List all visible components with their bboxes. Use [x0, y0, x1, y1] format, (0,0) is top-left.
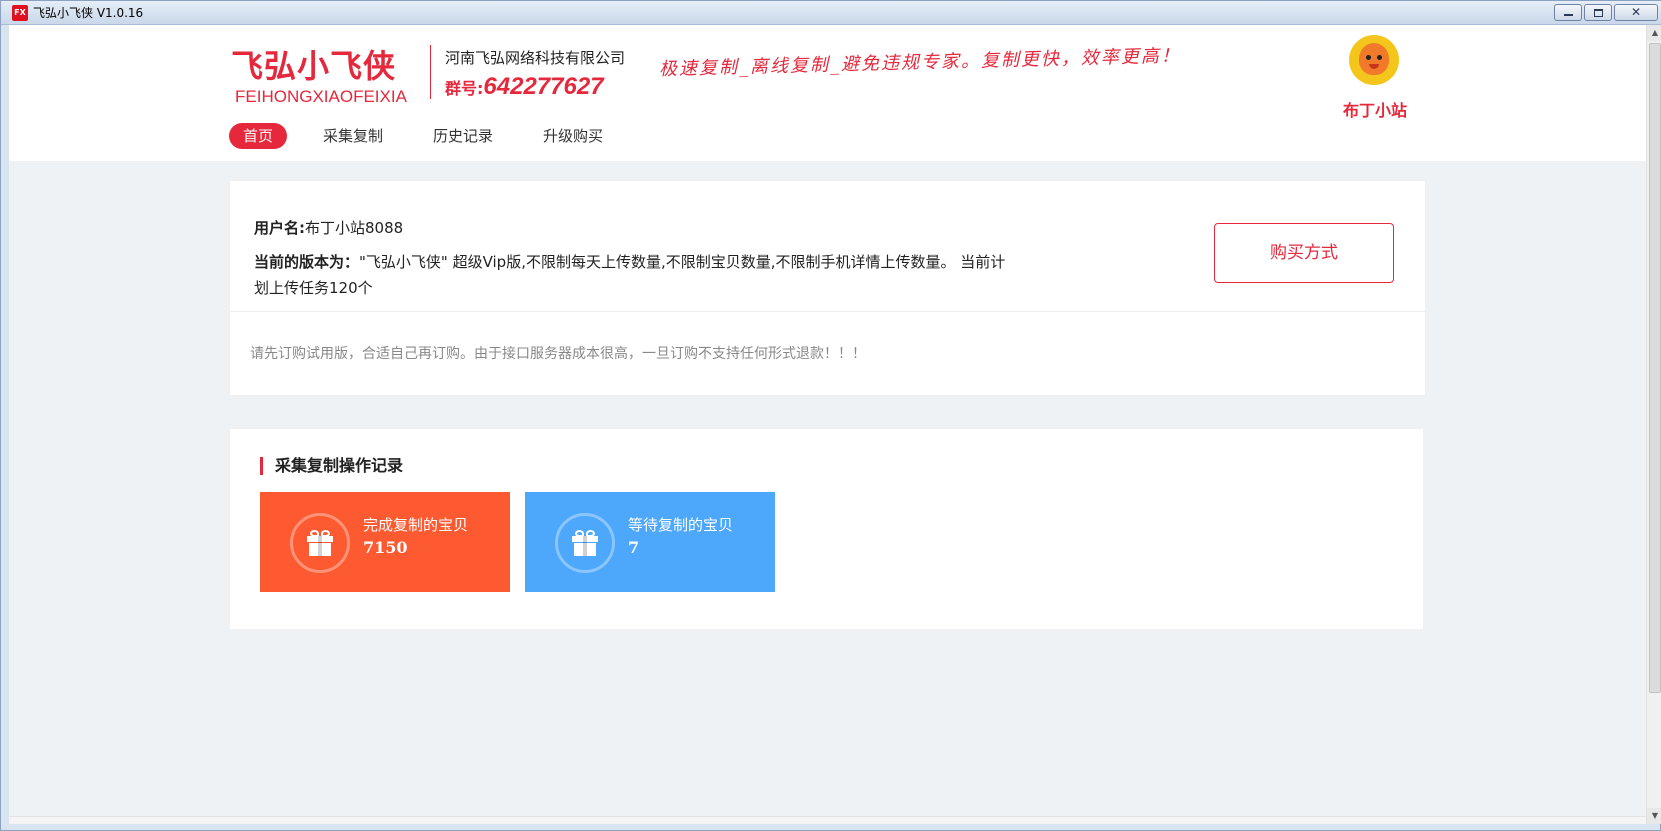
nav-item-upgrade[interactable]: 升级购买	[529, 123, 617, 149]
mascot-avatar-icon[interactable]	[1349, 35, 1399, 85]
records-card: 采集复制操作记录 完成复制的宝贝 7150 等待复制的宝贝 7	[230, 429, 1423, 629]
user-badge-name[interactable]: 布丁小站	[1339, 97, 1411, 121]
username-value: 布丁小站8088	[305, 219, 404, 237]
close-button[interactable]: ✕	[1614, 4, 1658, 21]
version-label: 当前的版本为：	[254, 253, 360, 271]
gift-icon	[572, 530, 598, 556]
mascot-face	[1359, 43, 1389, 75]
username-line: 用户名:布丁小站8088	[254, 217, 403, 238]
stat-icon-ring	[290, 513, 350, 573]
username-label: 用户名:	[254, 219, 305, 237]
stat-icon-ring	[555, 513, 615, 573]
scroll-thumb[interactable]	[1649, 43, 1661, 693]
app-window: FX 飞弘小飞侠 V1.0.16 ✕ 飞弘小飞侠 FEIHONGXIAOFEIX…	[0, 0, 1661, 831]
header: 飞弘小飞侠 FEIHONGXIAOFEIXIA 河南飞弘网络科技有限公司 群号:…	[9, 25, 1646, 161]
nav-item-history[interactable]: 历史记录	[419, 123, 507, 149]
stat-tile-pending[interactable]: 等待复制的宝贝 7	[525, 492, 775, 592]
maximize-icon	[1594, 9, 1603, 17]
brand-name-cn: 飞弘小飞侠	[231, 47, 397, 85]
scroll-up-icon[interactable]: ▲	[1647, 25, 1661, 41]
version-info: 当前的版本为："飞弘小飞侠" 超级Vip版,不限制每天上传数量,不限制宝贝数量,…	[254, 249, 1014, 301]
stat-label-pending: 等待复制的宝贝	[628, 516, 734, 534]
main-nav: 首页 采集复制 历史记录 升级购买	[229, 123, 639, 149]
company-name: 河南飞弘网络科技有限公司	[445, 49, 626, 67]
stat-value-pending: 7	[628, 538, 640, 557]
app-logo-icon: FX	[12, 5, 28, 21]
mascot-eye-left	[1366, 55, 1371, 60]
group-info: 群号:642277627	[445, 73, 604, 101]
horizontal-scrollbar[interactable]	[9, 816, 1646, 824]
group-number: 642277627	[483, 73, 604, 100]
maximize-button[interactable]	[1584, 4, 1612, 21]
nav-item-home[interactable]: 首页	[229, 123, 288, 149]
account-card: 用户名:布丁小站8088 当前的版本为："飞弘小飞侠" 超级Vip版,不限制每天…	[230, 181, 1425, 395]
stat-value-completed: 7150	[363, 538, 408, 557]
stat-label-completed: 完成复制的宝贝	[363, 516, 469, 534]
refund-notice: 请先订购试用版，合适自己再订购。由于接口服务器成本很高，一旦订购不支持任何形式退…	[250, 346, 866, 362]
window-controls: ✕	[1554, 4, 1658, 21]
brand-name-en: FEIHONGXIAOFEIXIA	[235, 87, 407, 106]
card-divider	[230, 311, 1425, 312]
buy-method-button[interactable]: 购买方式	[1214, 223, 1394, 283]
title-bar[interactable]: FX 飞弘小飞侠 V1.0.16 ✕	[1, 1, 1661, 25]
minimize-button[interactable]	[1554, 4, 1582, 21]
minimize-icon	[1564, 14, 1573, 16]
slogan: 极速复制_离线复制_避免违规专家。复制更快，效率更高！	[658, 45, 1182, 80]
records-title: 采集复制操作记录	[260, 457, 403, 475]
close-icon: ✕	[1630, 5, 1642, 19]
mascot-mouth	[1369, 64, 1379, 69]
brand-divider	[430, 45, 431, 99]
scroll-down-icon[interactable]: ▼	[1647, 808, 1661, 824]
nav-item-collect-copy[interactable]: 采集复制	[309, 123, 397, 149]
stat-tile-completed[interactable]: 完成复制的宝贝 7150	[260, 492, 510, 592]
gift-icon	[307, 530, 333, 556]
mascot-eye-right	[1377, 55, 1382, 60]
version-text: "飞弘小飞侠" 超级Vip版,不限制每天上传数量,不限制宝贝数量,不限制手机详情…	[254, 253, 1006, 297]
group-label: 群号:	[445, 79, 484, 98]
client-area: 飞弘小飞侠 FEIHONGXIAOFEIXIA 河南飞弘网络科技有限公司 群号:…	[9, 25, 1646, 824]
vertical-scrollbar[interactable]: ▲ ▼	[1646, 25, 1661, 824]
window-title: 飞弘小飞侠 V1.0.16	[33, 6, 144, 20]
